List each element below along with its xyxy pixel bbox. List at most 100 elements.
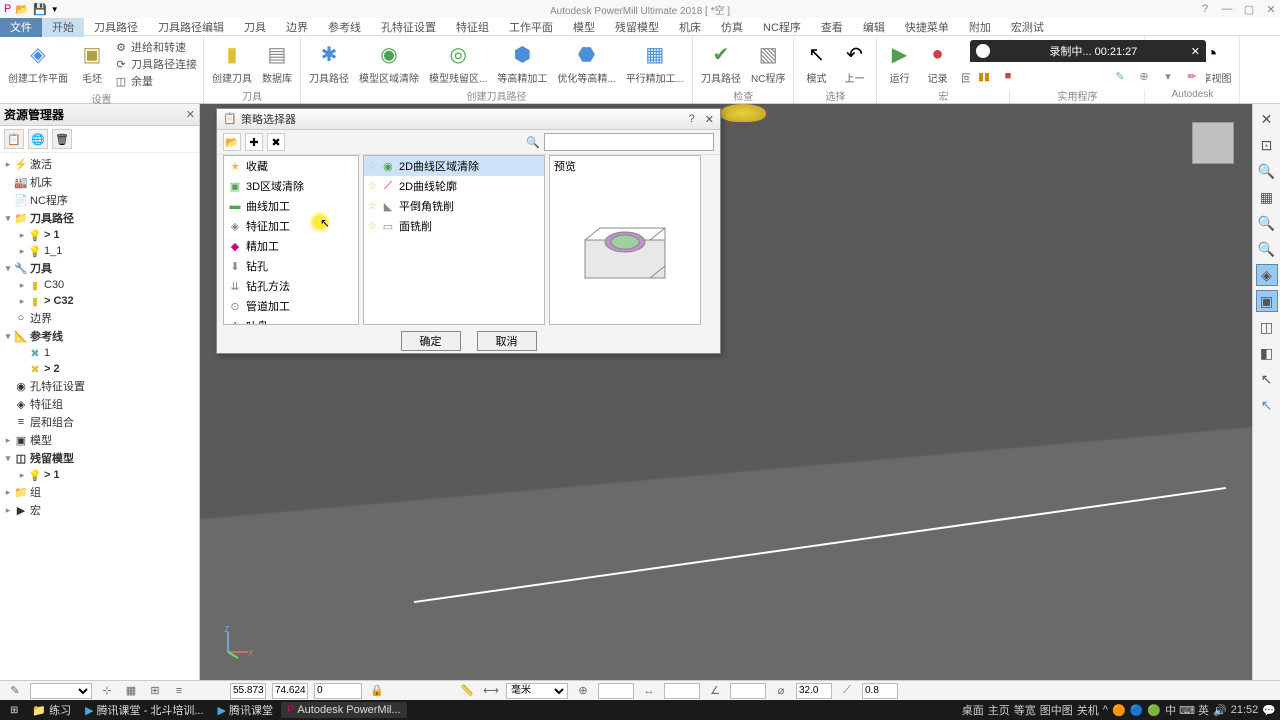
sb-unit-select[interactable]: 毫米 (506, 683, 568, 699)
tab-view[interactable]: 查看 (811, 17, 853, 37)
sb-mode-select[interactable] (30, 683, 92, 699)
optimize-button[interactable]: ⬣优化等高精... (553, 38, 619, 87)
node-model[interactable]: ▸▣模型 (2, 431, 197, 449)
dialog-add-icon[interactable]: ✚ (245, 133, 263, 151)
sb-center-icon[interactable]: ⊕ (574, 682, 592, 700)
explorer-trash-icon[interactable]: 🗑 (52, 129, 72, 149)
tab-machine[interactable]: 机床 (669, 17, 711, 37)
tab-hole[interactable]: 孔特征设置 (371, 17, 446, 37)
tray-app3-icon[interactable]: 🟢 (1147, 704, 1161, 717)
node-feat[interactable]: ◈特征组 (2, 395, 197, 413)
node-tp1[interactable]: ▸💡> 1 (2, 227, 197, 243)
toolpath-button[interactable]: ✱刀具路径 (305, 38, 353, 87)
taskbar-item-3[interactable]: PAutodesk PowerMil... (281, 702, 407, 718)
tab-start[interactable]: 开始 (42, 17, 84, 37)
recorder-tool3-icon[interactable]: ▾ (1160, 68, 1176, 84)
sb-list-icon[interactable]: ≡ (170, 682, 188, 700)
tray-up-icon[interactable]: ^ (1103, 704, 1108, 716)
dialog-help-icon[interactable]: ? (689, 113, 695, 126)
tab-model[interactable]: 模型 (563, 17, 605, 37)
close-icon[interactable]: ✕ (1264, 3, 1278, 16)
check-nc-button[interactable]: ▧NC程序 (747, 38, 789, 87)
rt-view-iso-icon[interactable]: ◈ (1256, 264, 1278, 286)
check-tp-button[interactable]: ✔刀具路径 (697, 38, 745, 87)
rt-select-icon[interactable]: ↖ (1256, 368, 1278, 390)
cat-drill[interactable]: ⬇钻孔 (224, 256, 358, 276)
recorder-tool1-icon[interactable]: ✎ (1112, 68, 1128, 84)
sb-unit-icon[interactable]: 📏 (458, 682, 476, 700)
node-hole[interactable]: ◉孔特征设置 (2, 377, 197, 395)
tab-rest[interactable]: 残留模型 (605, 17, 669, 37)
strat-2d-area[interactable]: ☆◉2D曲线区域清除 (364, 156, 544, 176)
taskbar-item-0[interactable]: 📁练习 (26, 700, 77, 720)
node-activate[interactable]: ▸⚡激活 (2, 155, 197, 173)
cat-drill-method[interactable]: ⇊钻孔方法 (224, 276, 358, 296)
node-rest1[interactable]: ▸💡> 1 (2, 467, 197, 483)
recorder-pen-icon[interactable]: ✏ (1184, 68, 1200, 84)
tab-sim[interactable]: 仿真 (711, 17, 753, 37)
cat-feature[interactable]: ◈特征加工 (224, 216, 358, 236)
sb-radius-icon[interactable]: ⟋ (838, 682, 856, 700)
cat-3d-area[interactable]: ▣3D区域清除 (224, 176, 358, 196)
tab-file[interactable]: 文件 (0, 17, 42, 37)
dialog-delete-icon[interactable]: ✖ (267, 133, 285, 151)
rt-close-icon[interactable]: ✕ (1256, 108, 1278, 130)
feed-speed-button[interactable]: ⚙进给和转速 (114, 39, 197, 55)
minimize-icon[interactable]: — (1220, 3, 1234, 15)
tab-edit[interactable]: 编辑 (853, 17, 895, 37)
save-icon[interactable]: 💾 (33, 3, 47, 16)
help-icon[interactable]: ? (1198, 3, 1212, 15)
allowance-button[interactable]: ◫余量 (114, 73, 197, 89)
tray-ime[interactable]: 中 ⌨ 英 (1165, 702, 1209, 718)
recorder-pause-icon[interactable]: ▮▮ (976, 68, 992, 84)
node-tp11[interactable]: ▸💡1_1 (2, 243, 197, 259)
view-cube[interactable] (1192, 122, 1234, 164)
dialog-folder-icon[interactable]: 📂 (223, 133, 241, 151)
cat-tube[interactable]: ⊙管道加工 (224, 296, 358, 316)
tab-toolpath-edit[interactable]: 刀具路径编辑 (148, 17, 234, 37)
taskbar-item-1[interactable]: ▶腾讯课堂 - 北斗培训... (79, 700, 209, 720)
coord-z-input[interactable] (314, 683, 362, 699)
tab-toolpath[interactable]: 刀具路径 (84, 17, 148, 37)
tab-reference[interactable]: 参考线 (318, 17, 371, 37)
dropdown-icon[interactable]: ▼ (51, 5, 59, 14)
explorer-globe-icon[interactable]: 🌐 (28, 129, 48, 149)
select-prev-button[interactable]: ↶上一 (836, 38, 872, 87)
macro-record-button[interactable]: ●记录 (919, 38, 955, 87)
sb-grid-icon[interactable]: ▦ (122, 682, 140, 700)
recorder-stop-icon[interactable]: ■ (1000, 68, 1016, 84)
taskbar-item-2[interactable]: ▶腾讯课堂 (212, 700, 279, 720)
sb-empty2[interactable] (664, 683, 700, 699)
node-boundary[interactable]: ○边界 (2, 309, 197, 327)
cat-finish[interactable]: ◆精加工 (224, 236, 358, 256)
coord-x-input[interactable] (230, 683, 266, 699)
create-tool-button[interactable]: ▮创建刀具 (208, 38, 256, 87)
sb-pencil-icon[interactable]: ✎ (6, 682, 24, 700)
node-r1[interactable]: ✖1 (2, 345, 197, 361)
tray-sound-icon[interactable]: 🔊 (1213, 704, 1227, 717)
tab-macro-test[interactable]: 宏测试 (1001, 17, 1054, 37)
cat-curve[interactable]: ▬曲线加工 (224, 196, 358, 216)
node-c30[interactable]: ▸▮C30 (2, 277, 197, 293)
rt-view-top-icon[interactable]: ▣ (1256, 290, 1278, 312)
strat-chamfer[interactable]: ☆◣平倒角铣削 (364, 196, 544, 216)
recorder-tool2-icon[interactable]: ⊕ (1136, 68, 1152, 84)
strat-2d-profile[interactable]: ☆⟋2D曲线轮廓 (364, 176, 544, 196)
node-ref[interactable]: ▾📐参考线 (2, 327, 197, 345)
node-r2[interactable]: ✖> 2 (2, 361, 197, 377)
rt-layer-icon[interactable]: ▦ (1256, 186, 1278, 208)
sb-lock-icon[interactable]: 🔒 (368, 682, 386, 700)
node-group[interactable]: ▸📁组 (2, 483, 197, 501)
tab-workplane[interactable]: 工作平面 (499, 17, 563, 37)
sb-move-icon[interactable]: ↔ (640, 682, 658, 700)
parallel-button[interactable]: ▦平行精加工... (622, 38, 688, 87)
screen-recorder-widget[interactable]: 录制中... 00:21:27 ✕ ▮▮ ■ ✎ ⊕ ▾ ✏ (970, 40, 1206, 90)
select-mode-button[interactable]: ↖模式 (798, 38, 834, 87)
tab-addon[interactable]: 附加 (959, 17, 1001, 37)
tray-app2-icon[interactable]: 🔵 (1130, 704, 1144, 717)
rt-zoom-area-icon[interactable]: 🔍 (1256, 212, 1278, 234)
model-area-button[interactable]: ◉模型区域清除 (355, 38, 423, 87)
tray-home[interactable]: 主页 (988, 702, 1010, 718)
tray-mono[interactable]: 等宽 (1014, 702, 1036, 718)
tab-feature[interactable]: 特征组 (446, 17, 499, 37)
